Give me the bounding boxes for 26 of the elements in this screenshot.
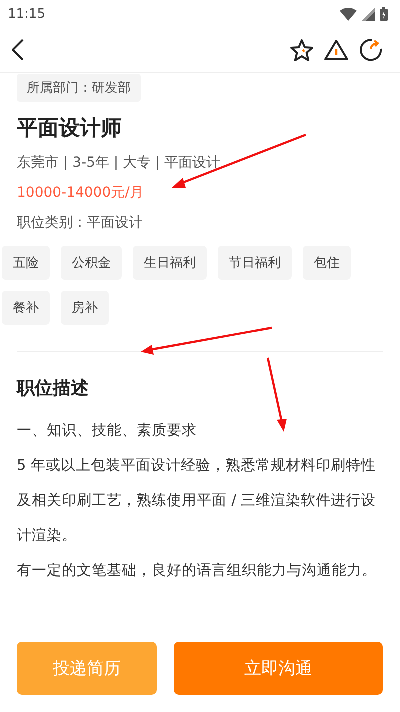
status-time: 11:15	[8, 6, 46, 22]
benefit-tag: 包住	[303, 246, 351, 280]
job-title: 平面设计师	[17, 115, 123, 142]
benefit-tag: 节日福利	[218, 246, 292, 280]
description-text: 一、知识、技能、素质要求	[17, 422, 198, 441]
battery-icon	[380, 7, 388, 21]
benefit-tag: 房补	[61, 291, 109, 325]
benefit-tag: 生日福利	[133, 246, 207, 280]
job-meta: 东莞市 | 3-5年 | 大专 | 平面设计	[17, 154, 222, 172]
back-icon[interactable]	[12, 39, 24, 61]
benefit-tag: 公积金	[61, 246, 122, 280]
section-heading: 职位描述	[17, 377, 90, 400]
benefit-tag: 五险	[2, 246, 50, 280]
salary-text: 10000-14000元/月	[17, 184, 145, 202]
benefit-tag: 餐补	[2, 291, 50, 325]
department-tag: 所属部门：研发部	[17, 74, 141, 102]
star-icon[interactable]	[290, 38, 314, 62]
warning-icon[interactable]	[324, 39, 349, 61]
description-text: 5 年或以上包装平面设计经验，熟悉常规材料印刷特性及相关印刷工艺，熟练使用平面 / 三维渲染软件进行设计渲染。	[17, 457, 378, 546]
apply-button[interactable]: 投递简历	[17, 642, 157, 695]
chat-button[interactable]: 立即沟通	[174, 642, 383, 695]
job-category: 职位类别：平面设计	[17, 214, 144, 232]
wifi-icon	[340, 8, 357, 20]
share-icon[interactable]	[359, 38, 383, 62]
signal-icon	[362, 8, 375, 20]
description-text: 有一定的文笔基础，良好的语言组织能力与沟通能力。	[17, 562, 378, 581]
